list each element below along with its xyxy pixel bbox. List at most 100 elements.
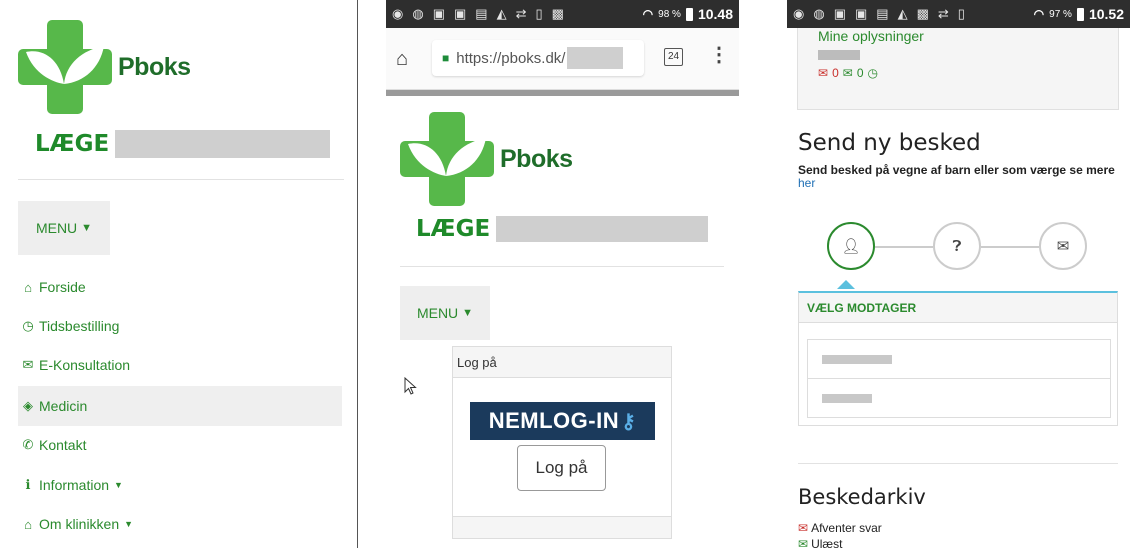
tag-icon: ◈	[23, 398, 33, 413]
lock-icon: ■	[442, 51, 450, 65]
archive-awaiting[interactable]: ✉ Afventer svar	[798, 521, 882, 535]
app-icon: ▤	[876, 6, 889, 21]
transfer-icon: ⇄	[515, 6, 527, 21]
notification-icons: ◉ ◍ ▣ ▣ ▤ ◭ ⇄ ▯ ▩	[392, 6, 564, 22]
logo-cross-icon	[400, 112, 494, 206]
pboks-logo[interactable]: Pboks	[18, 20, 191, 114]
chevron-down-icon: ▼	[462, 307, 474, 319]
send-here-link[interactable]: her	[798, 176, 815, 190]
wifi-icon: ◠	[1033, 7, 1045, 21]
archive-label: Ulæst	[811, 537, 843, 548]
recipient-option[interactable]	[807, 378, 1111, 418]
step-connector	[875, 246, 933, 248]
nav-kontakt[interactable]: ✆ Kontakt	[18, 425, 342, 465]
read-count: 0	[856, 66, 864, 80]
envelope-icon: ✉	[1056, 238, 1070, 255]
send-description-text: Send besked på vegne af barn eller som v…	[798, 163, 1115, 177]
clinic-title: LÆGE	[416, 216, 709, 242]
key-icon: ⚷	[621, 410, 637, 433]
divider	[798, 463, 1118, 464]
unread-envelope-icon: ✉	[818, 66, 829, 80]
nav-label: E-Konsultation	[39, 357, 131, 373]
question-icon: ❓︎	[952, 237, 962, 255]
info-title[interactable]: Mine oplysninger	[818, 28, 924, 44]
chevron-down-icon: ▼	[81, 222, 93, 234]
app-icon: ◭	[897, 6, 908, 21]
archive-unread[interactable]: ✉ Ulæst	[798, 537, 842, 548]
image-icon: ▩	[551, 6, 564, 21]
page-shade	[386, 90, 739, 96]
wifi-icon: ◠	[642, 7, 654, 21]
app-icon: ▣	[833, 6, 846, 21]
menu-label: MENU	[416, 305, 459, 321]
logo-cross-icon	[18, 20, 112, 114]
nav-e-konsultation[interactable]: ✉ E-Konsultation	[18, 345, 342, 385]
send-description: Send besked på vegne af barn eller som v…	[798, 164, 1118, 190]
app-icon: ▯	[957, 6, 965, 21]
app-icon: ▤	[475, 6, 488, 21]
nav-label: Kontakt	[39, 437, 87, 453]
nemlog-in-logo[interactable]: NEMLOG-IN ⚷	[470, 402, 655, 440]
menu-button[interactable]: MENU ▼	[400, 286, 490, 340]
battery-icon	[1076, 7, 1084, 21]
caret-down-icon: ▼	[114, 480, 123, 490]
nav-label: Tidsbestilling	[39, 318, 120, 334]
step-message[interactable]: ✉	[1039, 222, 1087, 270]
browser-toolbar: ⌂ ■ https://pboks.dk/ 24 ⋮	[386, 28, 739, 90]
mobile-page-messages: Mine oplysninger ✉ 0 ✉ 0 ◷ ◉ ◍ ▣ ▣ ▤ ◭ ▩ ⇄ ▯ ◠ 97 …	[787, 0, 1130, 548]
nav-tidsbestilling[interactable]: ◷ Tidsbestilling	[18, 306, 342, 346]
chat-icon: ◉	[793, 6, 805, 21]
clinic-prefix: LÆGE	[416, 216, 491, 242]
phone-icon: ✆	[22, 437, 34, 452]
step-pointer	[837, 280, 855, 289]
redacted-clinic-name	[496, 216, 709, 242]
nav-forside[interactable]: ⌂ Forside	[18, 267, 342, 307]
nav-label: Om klinikken	[39, 516, 120, 532]
address-bar[interactable]: ■ https://pboks.dk/	[432, 40, 644, 76]
home-icon: ⌂	[24, 279, 32, 295]
mouse-cursor-icon	[404, 377, 417, 395]
redacted-recipient	[822, 393, 872, 403]
nav-label: Information	[39, 477, 110, 493]
tab-count-button[interactable]: 24	[664, 48, 683, 66]
logo-text: Pboks	[500, 144, 573, 173]
nav-label: Medicin	[39, 398, 88, 414]
archive-label: Afventer svar	[811, 521, 882, 535]
status-bar: ◉ ◍ ▣ ▣ ▤ ◭ ⇄ ▯ ▩ ◠ 98 % 10.48	[386, 0, 739, 28]
clock-icon: ◷	[22, 318, 34, 333]
image-icon: ▩	[916, 6, 929, 21]
status-bar: ◉ ◍ ▣ ▣ ▤ ◭ ▩ ⇄ ▯ ◠ 97 % 10.52	[787, 0, 1130, 28]
step-recipient[interactable]: 👤︎	[827, 222, 875, 270]
menu-label: MENU	[35, 220, 78, 236]
logo-text: Pboks	[118, 52, 191, 81]
url-text: https://pboks.dk/	[456, 49, 566, 67]
location-icon: ◍	[412, 6, 424, 21]
home-icon[interactable]: ⌂	[396, 48, 408, 71]
clock-time: 10.48	[697, 6, 733, 22]
nav-medicin[interactable]: ◈ Medicin	[18, 386, 342, 426]
user-icon: 👤︎	[841, 238, 861, 255]
desktop-page: Pboks LÆGE MENU ▼ ⌂ Forside ◷ Tidsbestillin…	[0, 0, 358, 548]
pboks-logo[interactable]: Pboks	[400, 112, 573, 206]
more-menu-icon[interactable]: ⋮	[709, 42, 729, 67]
read-envelope-icon: ✉	[842, 66, 853, 80]
battery-percent: 98 %	[658, 8, 681, 20]
wizard-steps: 👤︎ ❓︎ ✉	[827, 222, 1089, 282]
login-button[interactable]: Log på	[517, 445, 606, 491]
nav-information[interactable]: ℹ Information ▼	[18, 465, 342, 505]
login-panel-header: Log på	[453, 347, 671, 378]
battery-percent: 97 %	[1049, 8, 1072, 20]
recipient-option[interactable]	[807, 339, 1111, 379]
message-counts: ✉ 0 ✉ 0 ◷	[818, 66, 878, 80]
nav-om-klinikken[interactable]: ⌂ Om klinikken ▼	[18, 504, 342, 544]
menu-button[interactable]: MENU ▼	[18, 201, 110, 255]
divider	[400, 266, 724, 267]
redacted-url-path	[567, 47, 624, 69]
envelope-icon: ✉	[798, 537, 809, 548]
clock-time: 10.52	[1088, 6, 1124, 22]
unread-count: 0	[832, 66, 839, 80]
app-icon: ▣	[432, 6, 445, 21]
step-question[interactable]: ❓︎	[933, 222, 981, 270]
redacted-patient-name	[818, 50, 860, 60]
recipient-panel: VÆLG MODTAGER	[798, 291, 1118, 426]
